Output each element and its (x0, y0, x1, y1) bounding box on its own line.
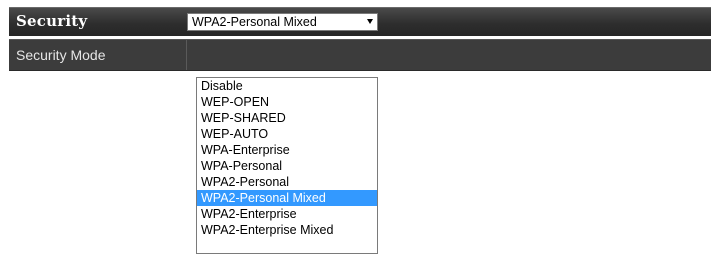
option-wpa-personal[interactable]: WPA-Personal (197, 158, 377, 174)
security-mode-row: Security Mode (9, 39, 711, 71)
option-wpa2-personal-mixed[interactable]: WPA2-Personal Mixed (197, 190, 377, 206)
security-mode-label-cell: Security Mode (9, 40, 187, 70)
option-disable[interactable]: Disable (197, 78, 377, 94)
option-wpa2-enterprise-mixed[interactable]: WPA2-Enterprise Mixed (197, 222, 377, 238)
security-mode-select[interactable]: WPA2-Personal Mixed (187, 13, 378, 31)
security-mode-dropdown-list: Disable WEP-OPEN WEP-SHARED WEP-AUTO WPA… (196, 77, 378, 254)
triangle-down-icon (367, 19, 373, 24)
security-mode-label: Security Mode (16, 47, 106, 63)
option-wpa-enterprise[interactable]: WPA-Enterprise (197, 142, 377, 158)
security-mode-selected-value: WPA2-Personal Mixed (192, 15, 317, 29)
option-wep-shared[interactable]: WEP-SHARED (197, 110, 377, 126)
option-wpa2-personal[interactable]: WPA2-Personal (197, 174, 377, 190)
option-wep-open[interactable]: WEP-OPEN (197, 94, 377, 110)
section-title: Security (16, 12, 88, 30)
option-wep-auto[interactable]: WEP-AUTO (197, 126, 377, 142)
option-wpa2-enterprise[interactable]: WPA2-Enterprise (197, 206, 377, 222)
